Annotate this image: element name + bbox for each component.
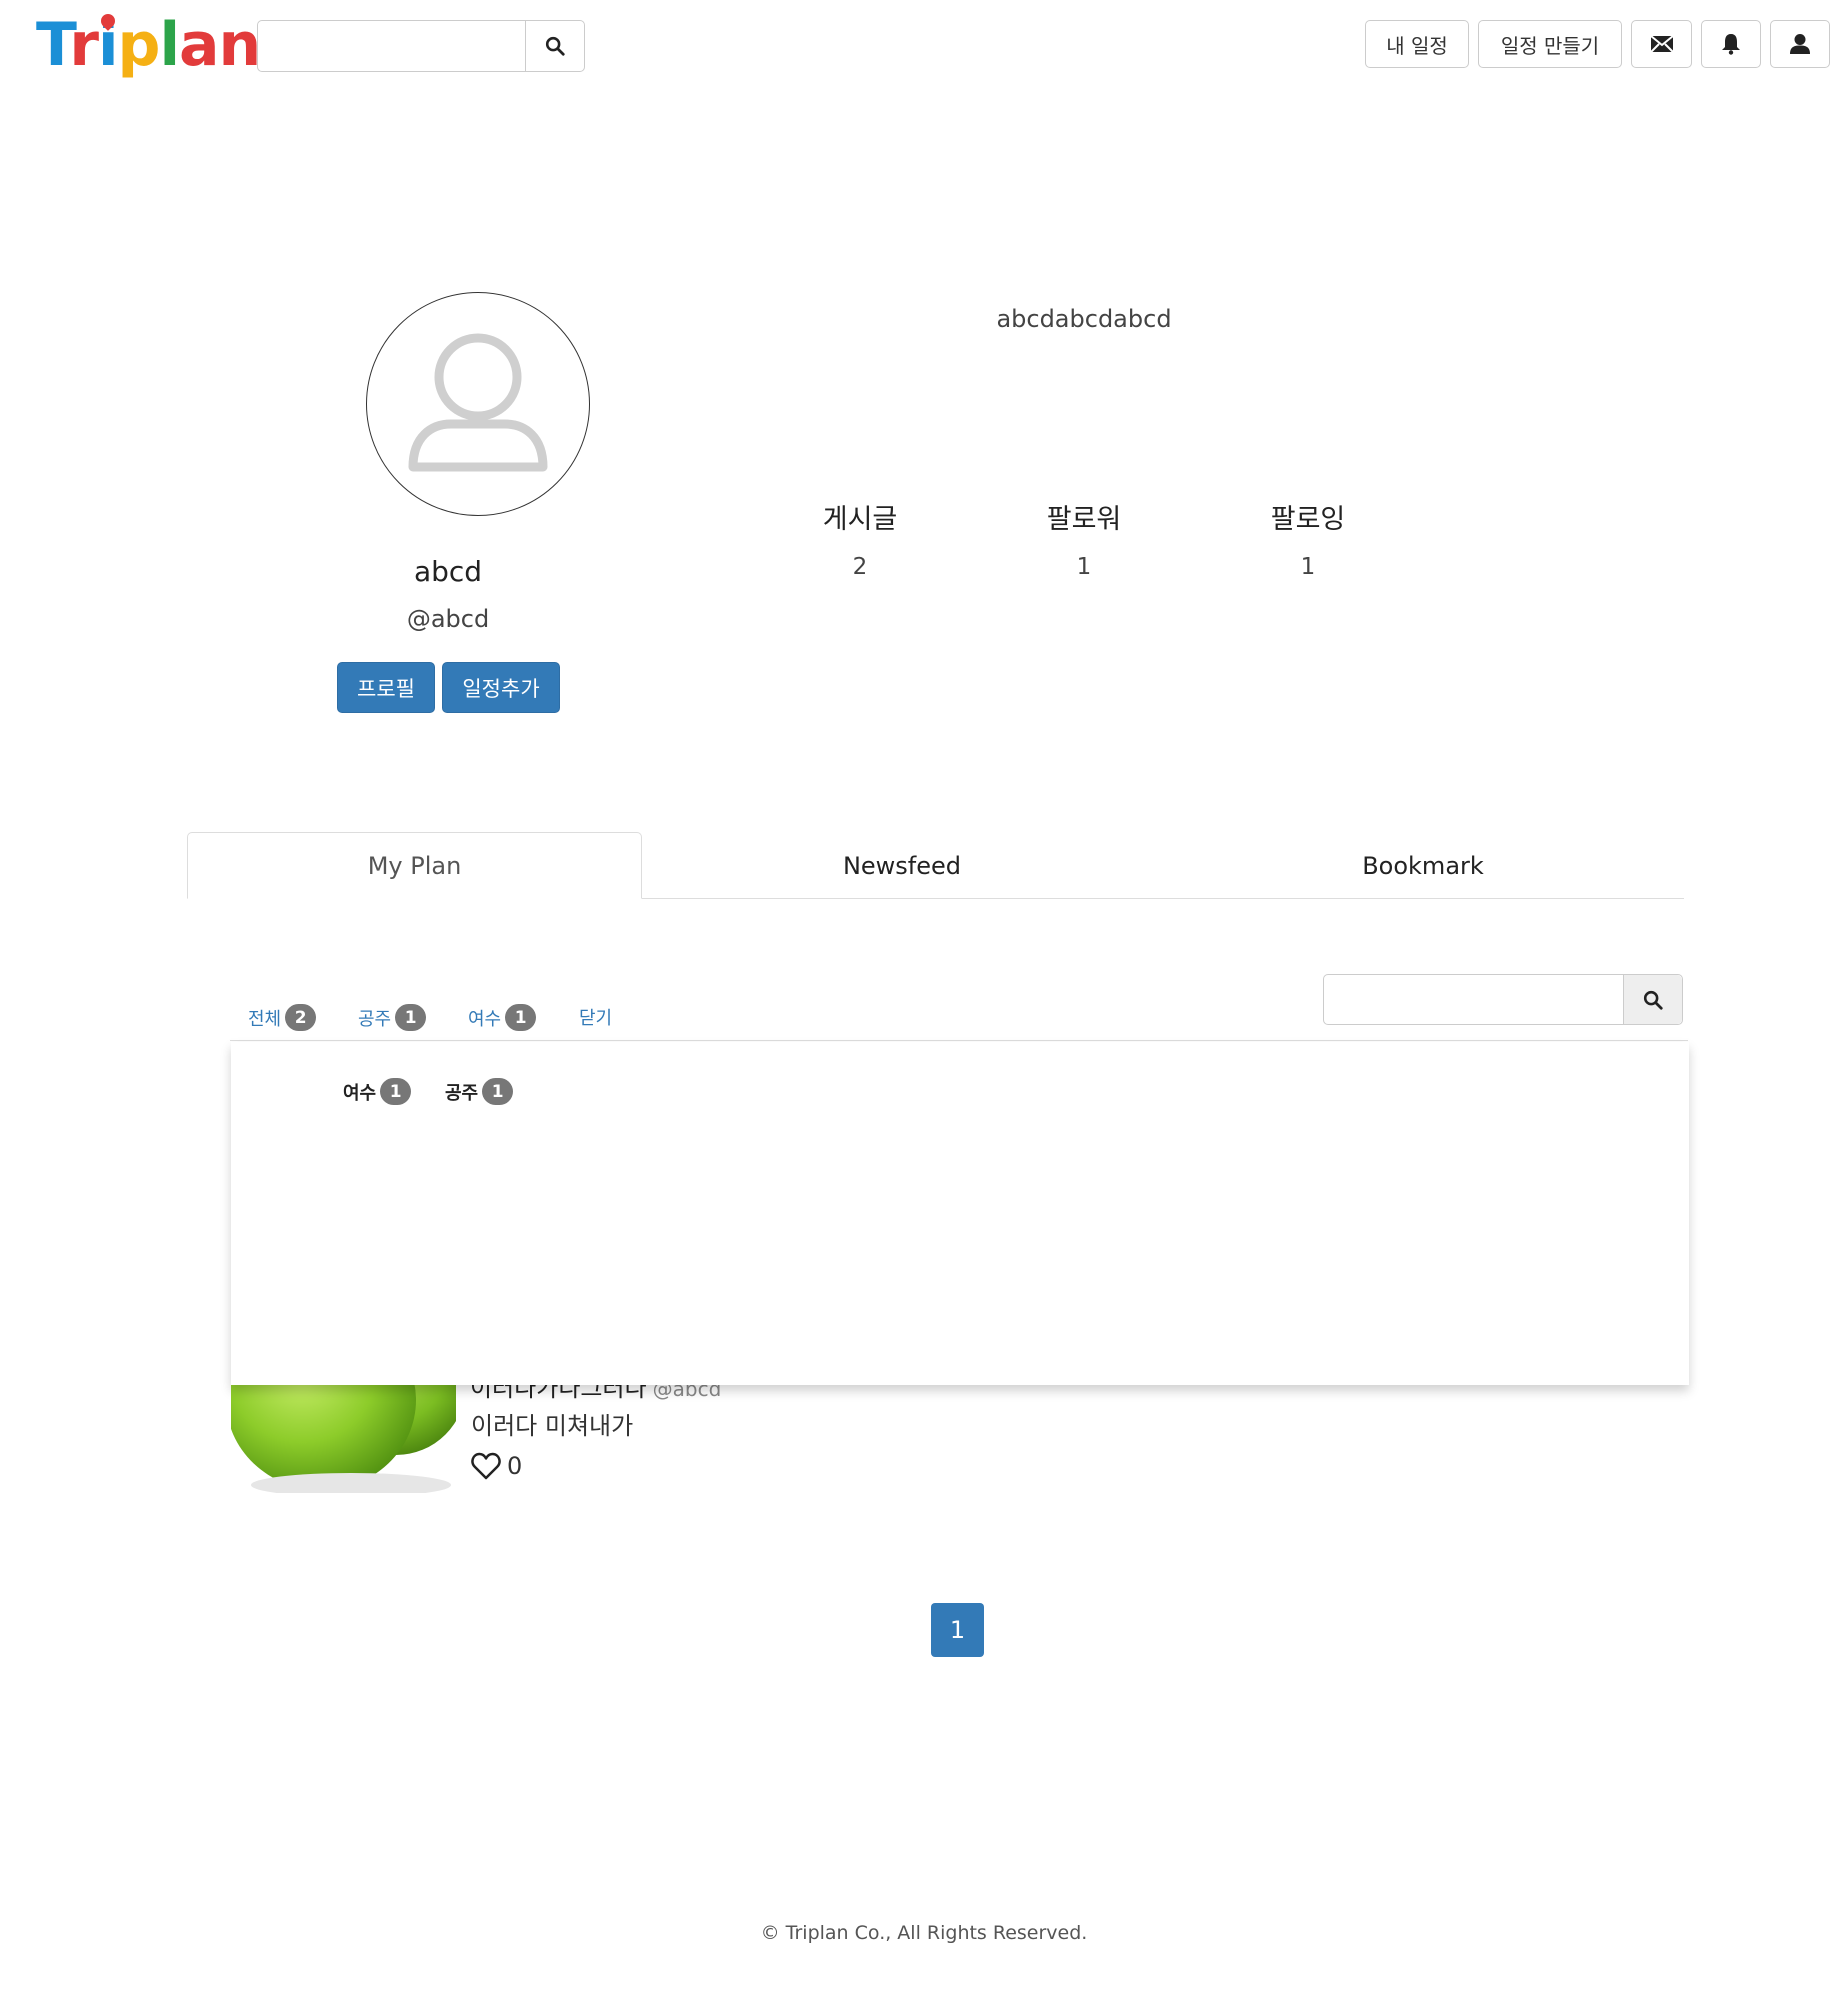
dropdown-tag-yeosu[interactable]: 여수 1 [343, 1078, 412, 1105]
my-schedule-button[interactable]: 내 일정 [1365, 20, 1469, 68]
stat-posts[interactable]: 게시글 2 [770, 497, 950, 580]
filter-yeosu[interactable]: 여수 1 [468, 1004, 537, 1031]
stat-label: 팔로잉 [1270, 504, 1346, 535]
tag-label: 공주 [445, 1082, 479, 1104]
filter-all[interactable]: 전체 2 [248, 1004, 317, 1031]
search-icon [1643, 990, 1663, 1010]
filter-count-badge: 1 [505, 1004, 537, 1031]
tag-label: 여수 [343, 1082, 377, 1104]
stat-label: 게시글 [822, 504, 898, 535]
pagination-page-1[interactable]: 1 [931, 1603, 984, 1657]
header-search-input[interactable] [258, 21, 526, 71]
plan-search [1323, 974, 1683, 1025]
header-search-button[interactable] [526, 21, 584, 71]
create-schedule-button[interactable]: 일정 만들기 [1478, 20, 1622, 68]
filter-label: 닫기 [579, 1008, 613, 1029]
stat-value: 1 [1076, 554, 1092, 580]
profile-bio: abcdabcdabcd [996, 305, 1172, 333]
tab-my-plan[interactable]: My Plan [187, 832, 642, 899]
heart-icon [471, 1452, 501, 1480]
filter-gongju[interactable]: 공주 1 [358, 1004, 427, 1031]
filter-label: 전체 [248, 1008, 282, 1030]
tag-count-badge: 1 [380, 1078, 412, 1105]
filter-close[interactable]: 닫기 [579, 1004, 612, 1030]
default-user-icon [408, 333, 548, 472]
plan-search-button[interactable] [1624, 975, 1682, 1024]
stat-label: 팔로워 [1046, 504, 1122, 535]
profile-name: abcd [413, 555, 483, 588]
dropdown-tag-gongju[interactable]: 공주 1 [445, 1078, 514, 1105]
tab-newsfeed[interactable]: Newsfeed [642, 832, 1162, 899]
filter-count-badge: 2 [285, 1004, 317, 1031]
stat-followers[interactable]: 팔로워 1 [994, 497, 1174, 580]
header-search [257, 20, 585, 72]
stat-value: 1 [1300, 554, 1316, 580]
filter-count-badge: 1 [395, 1004, 427, 1031]
post-like[interactable]: 0 [471, 1452, 522, 1480]
plan-search-input[interactable] [1324, 975, 1624, 1024]
user-icon [1790, 34, 1810, 54]
filter-label: 여수 [468, 1008, 502, 1030]
tag-count-badge: 1 [482, 1078, 514, 1105]
profile-handle: @abcd [406, 605, 490, 633]
filter-divider [230, 1040, 1688, 1041]
add-schedule-button[interactable]: 일정추가 [442, 662, 560, 713]
user-menu-button[interactable] [1770, 20, 1830, 68]
stat-following[interactable]: 팔로잉 1 [1218, 497, 1398, 580]
like-count: 0 [507, 1452, 523, 1480]
post-body: 이러다 미쳐내가 [471, 1412, 634, 1440]
messages-button[interactable] [1631, 20, 1692, 68]
bell-icon [1722, 34, 1740, 55]
footer-copyright: © Triplan Co., All Rights Reserved. [760, 1922, 1088, 1944]
notifications-button[interactable] [1701, 20, 1761, 68]
avatar [366, 292, 590, 516]
stat-value: 2 [852, 554, 868, 580]
filter-label: 공주 [358, 1008, 392, 1030]
triplan-logo[interactable]: Tr iplan [36, 10, 261, 80]
mail-icon [1649, 35, 1674, 53]
tab-bookmark[interactable]: Bookmark [1162, 832, 1684, 899]
search-icon [545, 36, 565, 56]
profile-button[interactable]: 프로필 [337, 662, 435, 713]
